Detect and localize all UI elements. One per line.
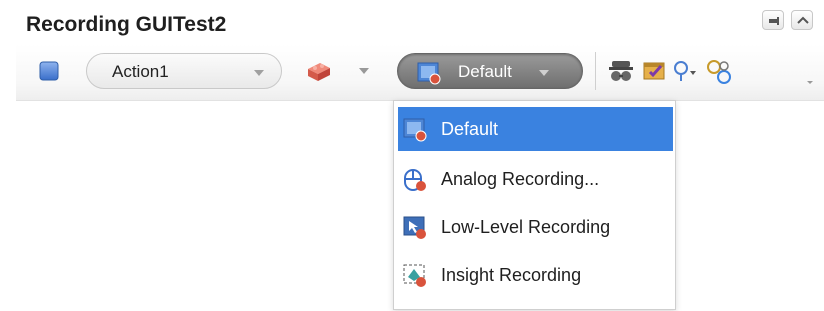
chevron-down-icon: [539, 70, 549, 76]
menu-item-label: Default: [441, 119, 499, 139]
spy-button[interactable]: [607, 57, 635, 85]
menu-item-analog-recording[interactable]: Analog Recording...: [398, 157, 673, 201]
spy-icon: [609, 61, 633, 81]
pin-button[interactable]: [762, 10, 784, 30]
stop-button[interactable]: [38, 60, 60, 82]
overflow-chevron-icon: [807, 81, 813, 84]
recording-mode-menu: Default Analog Recording... Low-Level Re…: [393, 100, 676, 310]
menu-item-insight-recording[interactable]: Insight Recording: [398, 253, 673, 297]
menu-item-label: Analog Recording...: [441, 169, 600, 189]
default-recording-icon: [403, 118, 427, 142]
checkpoint-icon: [643, 62, 665, 80]
menu-item-default[interactable]: Default: [398, 107, 673, 151]
collapse-button[interactable]: [791, 10, 813, 30]
checkpoint-button[interactable]: [641, 57, 669, 85]
title-bar: Recording GUITest2: [0, 0, 824, 46]
chevron-up-icon: [797, 16, 809, 24]
insight-recording-icon: [403, 264, 426, 287]
menu-item-label: Low-Level Recording: [441, 217, 611, 237]
lightbulb-button[interactable]: [669, 57, 697, 85]
menu-item-label: Insight Recording: [441, 265, 582, 285]
chevron-down-icon: [254, 70, 264, 76]
recording-mode-selector[interactable]: Default: [397, 53, 583, 89]
recording-mode-value: Default: [458, 62, 512, 81]
synchronize-button[interactable]: [704, 57, 732, 85]
brick-icon: [308, 63, 330, 81]
low-level-recording-icon: [403, 216, 426, 239]
object-button[interactable]: [305, 59, 333, 83]
stop-icon: [39, 61, 59, 81]
action-selector[interactable]: Action1: [86, 53, 282, 89]
pin-icon: [769, 17, 779, 25]
toolbar-separator: [595, 52, 596, 90]
window-title: Recording GUITest2: [26, 13, 227, 36]
menu-item-low-level-recording[interactable]: Low-Level Recording: [398, 205, 673, 249]
recording-toolbar: Action1 Default: [16, 44, 824, 101]
action-selector-value: Action1: [112, 62, 169, 81]
default-recording-icon: [417, 62, 441, 85]
toolbar-overflow-button[interactable]: [804, 74, 816, 86]
object-dropdown-chevron-icon[interactable]: [358, 67, 370, 75]
analog-recording-icon: [404, 169, 426, 191]
synchronize-icon: [707, 60, 731, 84]
lightbulb-icon: [674, 61, 696, 81]
